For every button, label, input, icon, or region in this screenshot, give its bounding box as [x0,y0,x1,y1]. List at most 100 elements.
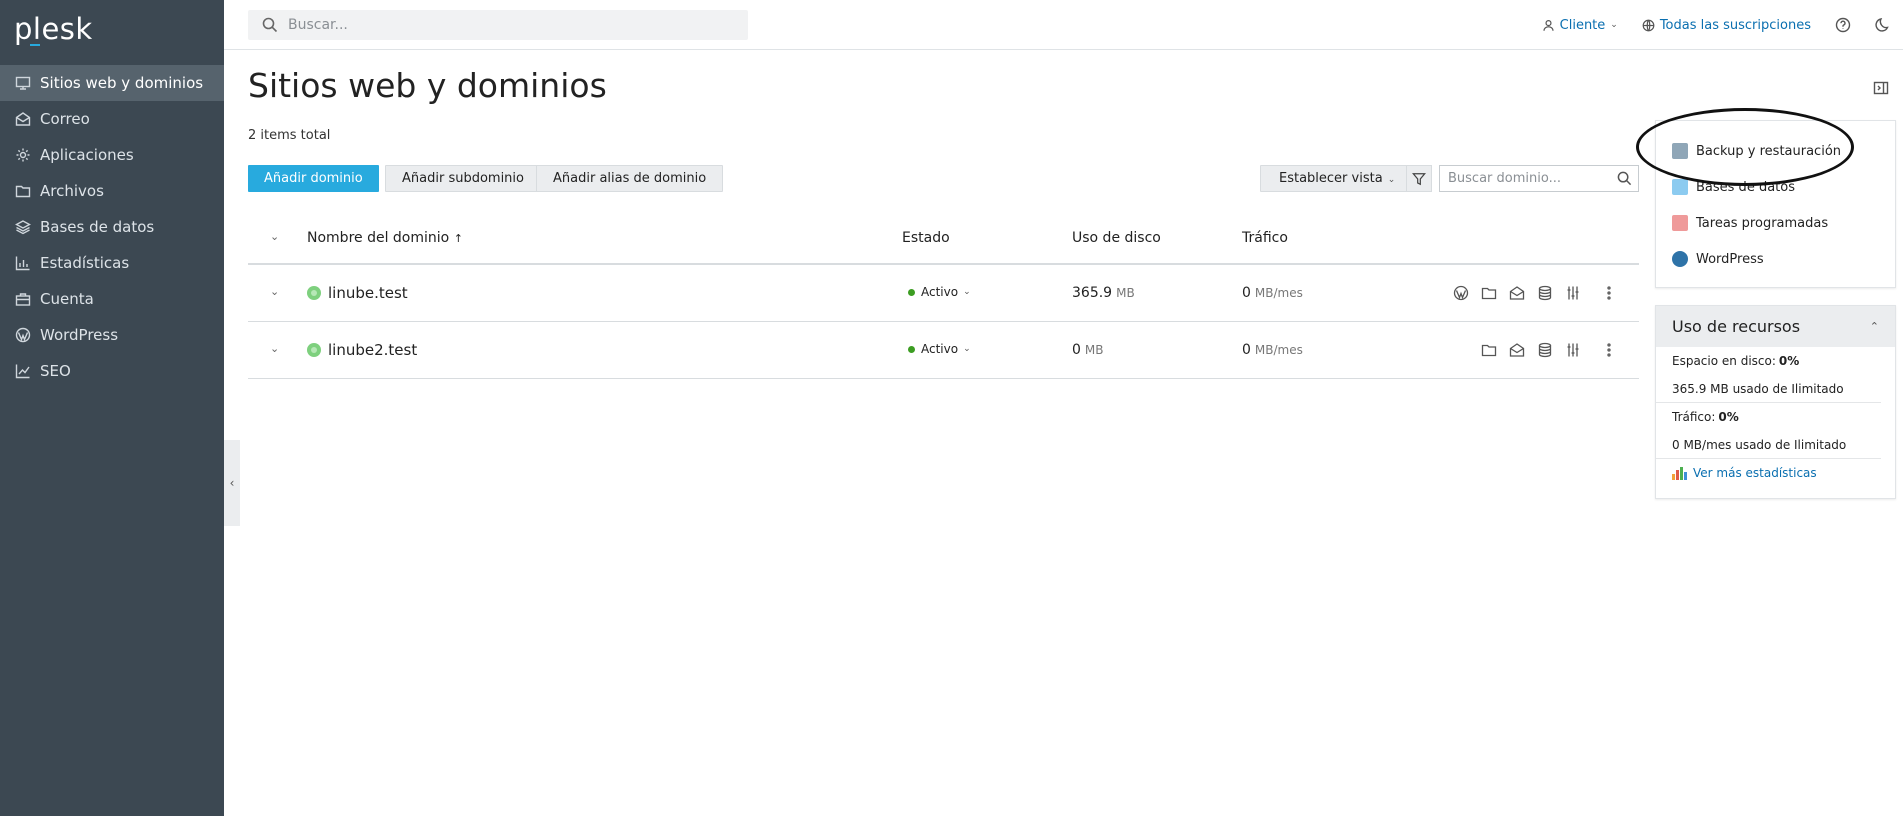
disk-unit: MB [1084,343,1104,357]
filter-button[interactable] [1406,165,1432,192]
column-header-disk[interactable]: Uso de disco [1072,230,1161,246]
column-header-name[interactable]: Nombre del dominio ↑ [307,230,463,246]
traffic-used-line: 0 MB/mes usado de Ilimitado [1656,431,1881,459]
backup-icon [1672,143,1688,159]
column-header-traffic[interactable]: Tráfico [1242,230,1288,246]
disk-used-line: 365.9 MB usado de Ilimitado [1656,375,1881,403]
more-statistics-link[interactable]: Ver más estadísticas [1656,459,1895,487]
mail-icon[interactable] [1503,340,1531,360]
collapse-panel-icon[interactable] [1873,80,1889,96]
traffic-unit: MB/mes [1254,286,1303,300]
database-icon[interactable] [1531,340,1559,360]
domain-search [1439,165,1639,192]
quick-link-wordpress[interactable]: WordPress [1656,241,1895,277]
sidebar-item-label: Cuenta [40,290,94,308]
status-dropdown[interactable]: Activo ⌄ [908,342,971,356]
domain-name-link[interactable]: linube2.test [328,341,417,359]
dark-mode-icon[interactable] [1875,17,1891,33]
expand-row-icon[interactable]: ⌄ [270,285,279,298]
sidebar-item-label: Sitios web y dominios [40,74,204,92]
resource-usage-header[interactable]: Uso de recursos ⌃ [1656,306,1895,347]
quick-link-label: Bases de datos [1696,179,1795,195]
items-total: 2 items total [248,128,331,143]
expand-all-icon[interactable]: ⌄ [270,230,279,243]
sidebar-item-wordpress[interactable]: WordPress [0,317,224,353]
set-view-button[interactable]: Establecer vista ⌄ [1260,165,1409,192]
disk-space-line: Espacio en disco: 0% [1656,347,1881,375]
settings-sliders-icon[interactable] [1559,340,1587,360]
set-view-label: Establecer vista [1279,171,1383,186]
mail-icon[interactable] [1503,283,1531,303]
sidebar-item-databases[interactable]: Bases de datos [0,209,224,245]
status-label: Activo [921,285,959,299]
resource-usage-panel: Uso de recursos ⌃ Espacio en disco: 0% 36… [1655,305,1896,499]
table-row: ⌄ linube2.test Activo ⌄ 0 MB 0 MB/mes [248,322,1639,379]
database-icon[interactable] [1531,283,1559,303]
disk-space-label: Espacio en disco: [1672,354,1776,368]
chevron-left-icon: ‹ [229,476,235,490]
sidebar-item-files[interactable]: Archivos [0,173,224,209]
disk-value: 365.9 [1072,285,1113,301]
status-dropdown[interactable]: Activo ⌄ [908,285,971,299]
table-header: ⌄ Nombre del dominio ↑ Estado Uso de dis… [248,212,1639,265]
sidebar-item-label: Archivos [40,182,104,200]
quick-link-scheduled-tasks[interactable]: Tareas programadas [1656,205,1895,241]
traffic-usage: 0 MB/mes [1242,285,1303,301]
more-actions-icon[interactable] [1595,340,1623,360]
column-header-status[interactable]: Estado [902,230,950,246]
gear-icon [15,147,31,163]
more-actions-icon[interactable] [1595,283,1623,303]
add-domain-button[interactable]: Añadir dominio [248,165,379,192]
status-label: Activo [921,342,959,356]
table-row: ⌄ linube.test Activo ⌄ 365.9 MB 0 MB/mes [248,265,1639,322]
subscriptions-menu[interactable]: Todas las suscripciones [1642,18,1811,33]
folder-icon[interactable] [1475,340,1503,360]
add-domain-alias-button[interactable]: Añadir alias de dominio [536,165,724,192]
plesk-logo[interactable]: plesk [14,12,93,46]
quick-link-backup[interactable]: Backup y restauración [1656,133,1895,169]
quick-link-label: WordPress [1696,251,1764,267]
sidebar-item-applications[interactable]: Aplicaciones [0,137,224,173]
sidebar-item-label: SEO [40,362,71,380]
settings-sliders-icon[interactable] [1559,283,1587,303]
domain-cell: linube2.test [307,341,417,359]
quick-link-databases[interactable]: Bases de datos [1656,169,1895,205]
domain-name-link[interactable]: linube.test [328,284,408,302]
sidebar-item-seo[interactable]: SEO [0,353,224,389]
globe-icon [1642,19,1655,31]
resource-usage-title: Uso de recursos [1672,317,1801,336]
sidebar-item-mail[interactable]: Correo [0,101,224,137]
traffic-usage: 0 MB/mes [1242,342,1303,358]
folder-icon[interactable] [1475,283,1503,303]
sidebar-item-websites[interactable]: Sitios web y dominios [0,65,224,101]
wordpress-icon[interactable] [1447,283,1475,303]
help-icon[interactable] [1835,17,1851,33]
global-search-input[interactable] [288,17,728,33]
traffic-percent: 0% [1718,410,1739,424]
page-title: Sitios web y dominios [248,66,607,105]
client-menu[interactable]: Cliente ⌄ [1542,18,1618,33]
expand-row-icon[interactable]: ⌄ [270,342,279,355]
traffic-value: 0 [1242,285,1251,301]
bar-chart-icon [1672,466,1688,480]
chevron-down-icon: ⌄ [1387,175,1396,185]
search-icon [262,17,278,33]
search-icon[interactable] [1617,171,1632,186]
add-subdomain-button[interactable]: Añadir subdominio [385,165,541,192]
wordpress-icon [1672,251,1688,267]
disk-space-percent: 0% [1778,354,1800,368]
filter-icon [1412,172,1426,185]
traffic-line: Tráfico: 0% [1656,403,1881,431]
calendar-icon [1672,215,1688,231]
sidebar-item-label: Estadísticas [40,254,130,272]
sidebar-item-account[interactable]: Cuenta [0,281,224,317]
sidebar-collapse-handle[interactable]: ‹ [224,440,240,526]
traffic-label: Tráfico: [1672,410,1716,424]
domains-table: ⌄ Nombre del dominio ↑ Estado Uso de dis… [248,212,1639,379]
disk-value: 0 [1072,342,1081,358]
folder-icon [15,183,31,199]
sidebar-item-statistics[interactable]: Estadísticas [0,245,224,281]
domain-search-input[interactable] [1448,171,1608,186]
chevron-down-icon: ⌄ [1610,20,1618,30]
quick-link-label: Backup y restauración [1696,143,1842,159]
